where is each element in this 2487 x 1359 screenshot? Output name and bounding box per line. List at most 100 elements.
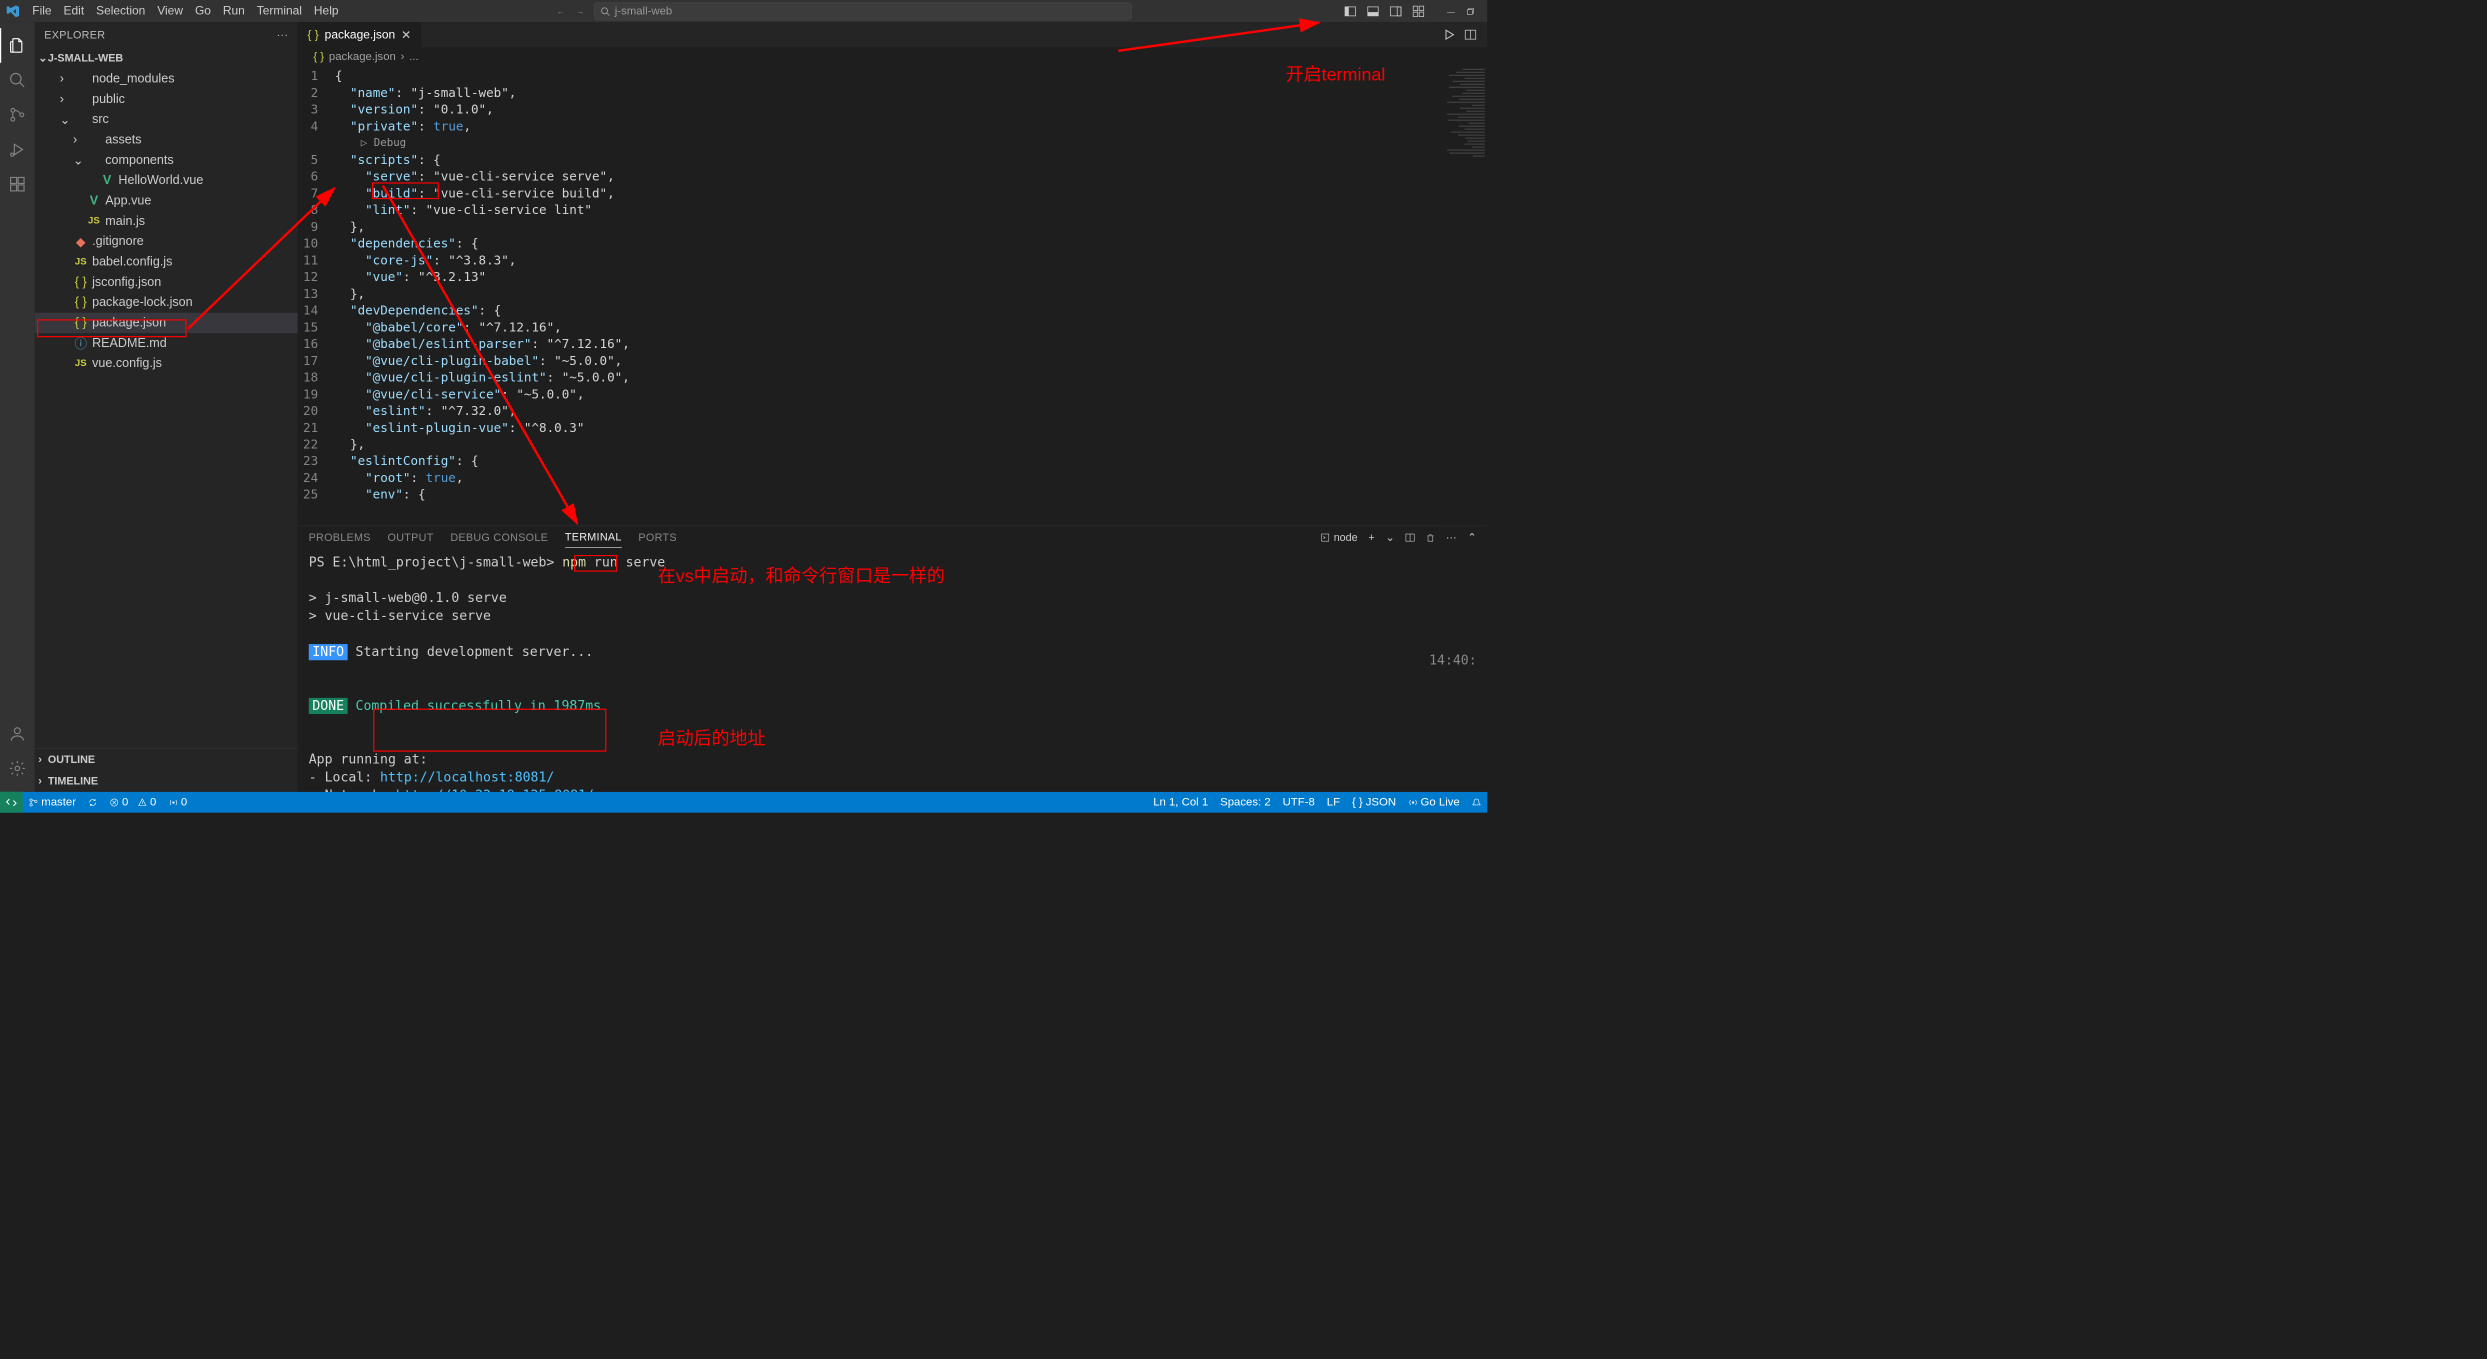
tree-file[interactable]: JSmain.js	[35, 211, 298, 231]
tree-file[interactable]: ⓘREADME.md	[35, 333, 298, 353]
tree-folder[interactable]: › assets	[35, 130, 298, 150]
outline-section[interactable]: › OUTLINE	[35, 749, 298, 771]
cursor-position[interactable]: Ln 1, Col 1	[1147, 796, 1214, 809]
eol[interactable]: LF	[1321, 796, 1346, 809]
tree-folder[interactable]: ›node_modules	[35, 69, 298, 89]
command-center[interactable]: j-small-web	[594, 2, 1132, 20]
window-restore-icon[interactable]	[1463, 4, 1477, 18]
activity-settings-icon[interactable]	[0, 751, 35, 786]
vue-icon: V	[87, 194, 100, 208]
tree-file[interactable]: VHelloWorld.vue	[35, 170, 298, 190]
terminal-shell-label[interactable]: node	[1321, 531, 1358, 544]
sync-icon	[88, 797, 98, 807]
tree-folder[interactable]: ⌄src	[35, 109, 298, 129]
menu-run[interactable]: Run	[217, 2, 251, 21]
remote-indicator[interactable]	[0, 792, 23, 813]
chevron-icon: ⌄	[60, 112, 70, 127]
sync-button[interactable]	[82, 792, 104, 813]
close-icon[interactable]: ✕	[401, 27, 411, 42]
git-branch[interactable]: master	[23, 792, 82, 813]
project-header[interactable]: ⌄ J-SMALL-WEB	[35, 47, 298, 69]
panel-tab-problems[interactable]: PROBLEMS	[309, 528, 371, 548]
menu-view[interactable]: View	[151, 2, 189, 21]
tree-file[interactable]: { }jsconfig.json	[35, 272, 298, 292]
notifications-icon[interactable]	[1466, 797, 1488, 807]
info-icon: ⓘ	[74, 334, 87, 352]
chevron-icon: ›	[73, 133, 83, 147]
terminal-content[interactable]: PS E:\html_project\j-small-web> npm run …	[298, 549, 1487, 792]
tree-file[interactable]: { }package.json	[35, 313, 298, 333]
tree-file[interactable]: JSvue.config.js	[35, 353, 298, 373]
tree-item-label: main.js	[105, 214, 145, 228]
indentation[interactable]: Spaces: 2	[1214, 796, 1276, 809]
editor-area: { } package.json ✕ { } package.json › ..…	[298, 22, 1487, 792]
split-editor-icon[interactable]	[1465, 29, 1477, 41]
menu-selection[interactable]: Selection	[90, 2, 151, 21]
timeline-section[interactable]: › TIMELINE	[35, 770, 298, 792]
explorer-more-icon[interactable]: ···	[277, 28, 289, 41]
panel-more-icon[interactable]: ···	[1446, 531, 1457, 544]
tree-item-label: assets	[105, 133, 141, 147]
minimap[interactable]	[1445, 66, 1487, 525]
chevron-icon: ›	[60, 92, 70, 106]
tree-file[interactable]: JSbabel.config.js	[35, 252, 298, 272]
chevron-down-icon: ⌄	[38, 52, 48, 65]
status-bar: master 0 0 0 Ln 1, Col 1 Spaces: 2 UTF-8…	[0, 792, 1487, 813]
activity-search-icon[interactable]	[0, 63, 35, 98]
layout-customize-icon[interactable]	[1410, 3, 1427, 20]
tree-item-label: node_modules	[92, 72, 174, 86]
menu-help[interactable]: Help	[308, 2, 345, 21]
tree-file[interactable]: { }package-lock.json	[35, 292, 298, 312]
problems-indicator[interactable]: 0 0	[104, 792, 163, 813]
panel-tab-debug[interactable]: DEBUG CONSOLE	[450, 528, 548, 548]
nav-forward-icon[interactable]: →	[574, 4, 587, 18]
branch-icon	[29, 797, 39, 807]
local-url-link[interactable]: http://localhost:8081/	[380, 770, 554, 785]
panel-tab-output[interactable]: OUTPUT	[388, 528, 434, 548]
tree-folder[interactable]: ›public	[35, 89, 298, 109]
window-minimize-icon[interactable]: —	[1445, 4, 1458, 18]
ports-indicator[interactable]: 0	[162, 792, 193, 813]
new-terminal-icon[interactable]: +	[1368, 531, 1374, 544]
activity-explorer-icon[interactable]	[0, 28, 35, 63]
nav-back-icon[interactable]: ←	[554, 4, 567, 18]
chevron-right-icon: ›	[38, 753, 48, 766]
tab-package-json[interactable]: { } package.json ✕	[298, 22, 422, 47]
menu-file[interactable]: File	[26, 2, 57, 21]
activity-scm-icon[interactable]	[0, 97, 35, 132]
tree-file[interactable]: ◆.gitignore	[35, 231, 298, 251]
git-icon: ◆	[74, 234, 87, 249]
layout-sidebar-left-icon[interactable]	[1342, 3, 1359, 20]
menu-edit[interactable]: Edit	[58, 2, 91, 21]
menu-go[interactable]: Go	[189, 2, 217, 21]
maximize-panel-icon[interactable]: ⌃	[1467, 531, 1476, 544]
run-icon[interactable]	[1443, 29, 1455, 41]
editor-body[interactable]: 1234 56789101112131415161718192021222324…	[298, 66, 1487, 525]
activity-extensions-icon[interactable]	[0, 167, 35, 202]
split-terminal-icon[interactable]	[1405, 533, 1415, 543]
kill-terminal-icon[interactable]	[1426, 533, 1436, 543]
network-url-link[interactable]: http://10.22.18.125:8081/	[396, 788, 594, 792]
terminal-dropdown-icon[interactable]: ⌄	[1385, 531, 1394, 544]
code-content[interactable]: { "name": "j-small-web", "version": "0.1…	[335, 66, 1445, 525]
language-mode[interactable]: { } JSON	[1346, 796, 1402, 809]
tree-item-label: components	[105, 153, 173, 167]
tree-file[interactable]: VApp.vue	[35, 191, 298, 211]
menu-terminal[interactable]: Terminal	[251, 2, 308, 21]
panel-tab-ports[interactable]: PORTS	[638, 528, 676, 548]
encoding[interactable]: UTF-8	[1277, 796, 1321, 809]
activity-debug-icon[interactable]	[0, 132, 35, 167]
layout-panel-icon[interactable]	[1365, 3, 1382, 20]
breadcrumbs[interactable]: { } package.json › ...	[298, 47, 1487, 66]
activity-account-icon[interactable]	[0, 716, 35, 751]
panel-tab-terminal[interactable]: TERMINAL	[565, 527, 622, 547]
explorer-title: EXPLORER	[44, 28, 105, 41]
broadcast-icon	[1408, 797, 1418, 807]
tree-item-label: vue.config.js	[92, 356, 162, 370]
chevron-right-icon: ›	[38, 775, 48, 788]
go-live[interactable]: Go Live	[1402, 796, 1466, 809]
js-icon: JS	[74, 257, 87, 268]
vscode-logo-icon	[5, 3, 21, 19]
layout-sidebar-right-icon[interactable]	[1387, 3, 1404, 20]
tree-folder[interactable]: ⌄components	[35, 150, 298, 170]
